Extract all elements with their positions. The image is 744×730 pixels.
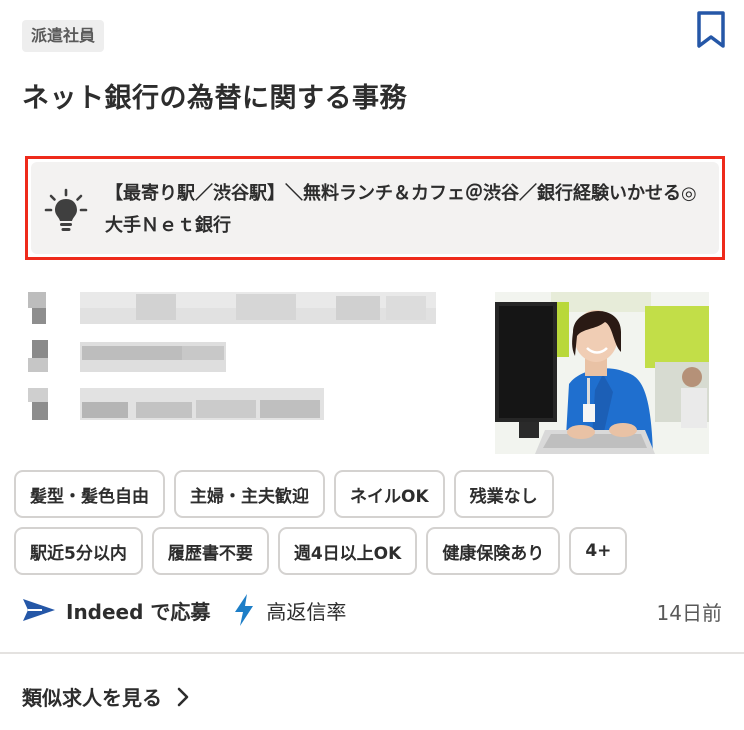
lightning-bolt-icon — [235, 594, 254, 626]
job-snippet-text: 【最寄り駅／渋谷駅】＼無料ランチ＆カフェ＠渋谷／銀行経験いかせる◎大手Ｎｅｔ銀行 — [105, 183, 697, 236]
high-response-rate-label: 高返信率 — [266, 599, 347, 624]
job-title[interactable]: ネット銀行の為替に関する事務 — [22, 76, 407, 115]
divider — [0, 652, 744, 654]
send-arrow-icon — [23, 599, 55, 621]
tag-row: 髪型・髪色自由 主婦・主夫歓迎 ネイルOK 残業なし — [14, 470, 734, 518]
similar-jobs-link[interactable]: 類似求人を見る — [22, 682, 190, 711]
employment-type-badge: 派遣社員 — [22, 20, 105, 52]
lightbulb-icon — [44, 188, 88, 231]
job-photo — [495, 292, 709, 454]
apply-row: Indeed で応募 高返信率 14日前 — [22, 593, 722, 627]
office-worker-photo — [495, 292, 709, 454]
job-tags: 髪型・髪色自由 主婦・主夫歓迎 ネイルOK 残業なし 駅近5分以内 履歴書不要 … — [14, 470, 734, 584]
tag-row: 駅近5分以内 履歴書不要 週4日以上OK 健康保険あり 4+ — [14, 527, 734, 575]
more-tags-chip[interactable]: 4+ — [569, 527, 628, 575]
tag-chip[interactable]: ネイルOK — [334, 470, 445, 518]
tag-chip[interactable]: 主婦・主夫歓迎 — [174, 470, 325, 518]
job-snippet-highlight: 【最寄り駅／渋谷駅】＼無料ランチ＆カフェ＠渋谷／銀行経験いかせる◎大手Ｎｅｔ銀行 — [25, 156, 725, 260]
bookmark-button[interactable] — [693, 10, 729, 50]
tag-chip[interactable]: 履歴書不要 — [151, 527, 269, 575]
posted-date: 14日前 — [656, 601, 722, 625]
similar-jobs-label: 類似求人を見る — [22, 686, 162, 710]
blurred-company-info — [26, 288, 446, 438]
tag-chip[interactable]: 週4日以上OK — [277, 527, 418, 575]
tag-chip[interactable]: 残業なし — [453, 470, 554, 518]
chevron-right-icon — [177, 687, 189, 706]
tag-chip[interactable]: 髪型・髪色自由 — [14, 470, 165, 518]
job-snippet-box: 【最寄り駅／渋谷駅】＼無料ランチ＆カフェ＠渋谷／銀行経験いかせる◎大手Ｎｅｔ銀行 — [31, 162, 719, 254]
apply-with-indeed-label: Indeed で応募 — [66, 599, 211, 624]
bookmark-icon — [697, 11, 725, 48]
tag-chip[interactable]: 駅近5分以内 — [14, 527, 143, 575]
tag-chip[interactable]: 健康保険あり — [426, 527, 561, 575]
